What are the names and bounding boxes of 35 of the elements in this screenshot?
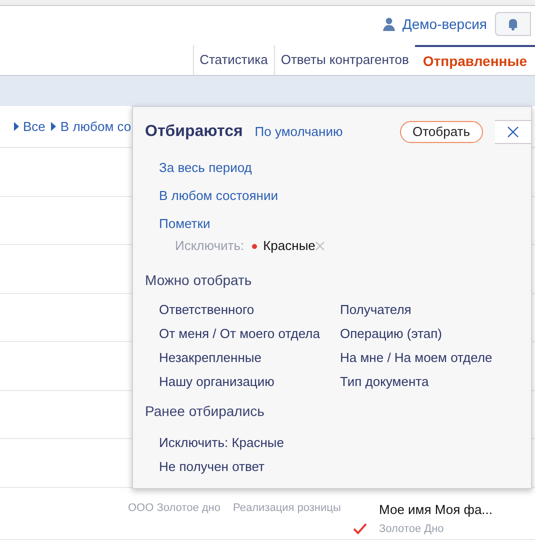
default-link[interactable]: По умолчанию bbox=[254, 122, 343, 142]
history-item[interactable]: Не получен ответ bbox=[159, 457, 265, 477]
exclude-label: Исключить: bbox=[175, 237, 244, 256]
panel-title: Отбираются bbox=[145, 122, 243, 142]
filter-option[interactable]: Ответственного bbox=[159, 300, 340, 320]
close-button[interactable] bbox=[495, 120, 531, 144]
organization-cell-text: ООО Золотое дно bbox=[128, 500, 222, 516]
company-cell-text: Золотое Дно bbox=[379, 522, 444, 537]
filter-link[interactable]: В любом состоянии bbox=[159, 186, 278, 206]
filter-option[interactable]: Незакрепленные bbox=[159, 348, 340, 368]
section-heading: Можно отобрать bbox=[145, 270, 252, 290]
name-cell-text: Мое имя Моя фа... bbox=[379, 500, 493, 519]
filter-option[interactable]: Тип документа bbox=[340, 372, 519, 392]
filter-option[interactable]: От меня / От моего отдела bbox=[159, 324, 340, 344]
filter-link[interactable]: За весь период bbox=[159, 158, 252, 178]
user-link[interactable]: Демо-версия bbox=[382, 14, 487, 34]
history-item[interactable]: Исключить: Красные bbox=[159, 433, 284, 453]
filter-option[interactable]: Получателя bbox=[340, 300, 519, 320]
tag-label: Красные bbox=[263, 237, 316, 256]
filter-option[interactable]: На мне / На моем отделе bbox=[340, 348, 519, 368]
breadcrumb-link[interactable]: В любом со bbox=[60, 116, 132, 136]
user-icon bbox=[382, 17, 396, 31]
triangle-icon bbox=[14, 122, 19, 131]
filter-option[interactable]: Операцию (этап) bbox=[340, 324, 519, 344]
breadcrumb-link[interactable]: Все bbox=[23, 116, 46, 136]
notification-button[interactable] bbox=[495, 12, 531, 36]
operation-cell-text: Реализация розницы bbox=[233, 500, 342, 516]
close-icon bbox=[507, 126, 519, 138]
apply-button[interactable]: Отобрать bbox=[400, 121, 483, 143]
triangle-icon bbox=[51, 122, 56, 131]
filter-option[interactable]: Нашу организацию bbox=[159, 372, 340, 392]
tab[interactable]: Статистика bbox=[192, 45, 274, 75]
filter-link[interactable]: Пометки bbox=[159, 214, 210, 234]
section-heading: Ранее отбирались bbox=[145, 402, 264, 421]
bell-icon bbox=[506, 17, 520, 31]
